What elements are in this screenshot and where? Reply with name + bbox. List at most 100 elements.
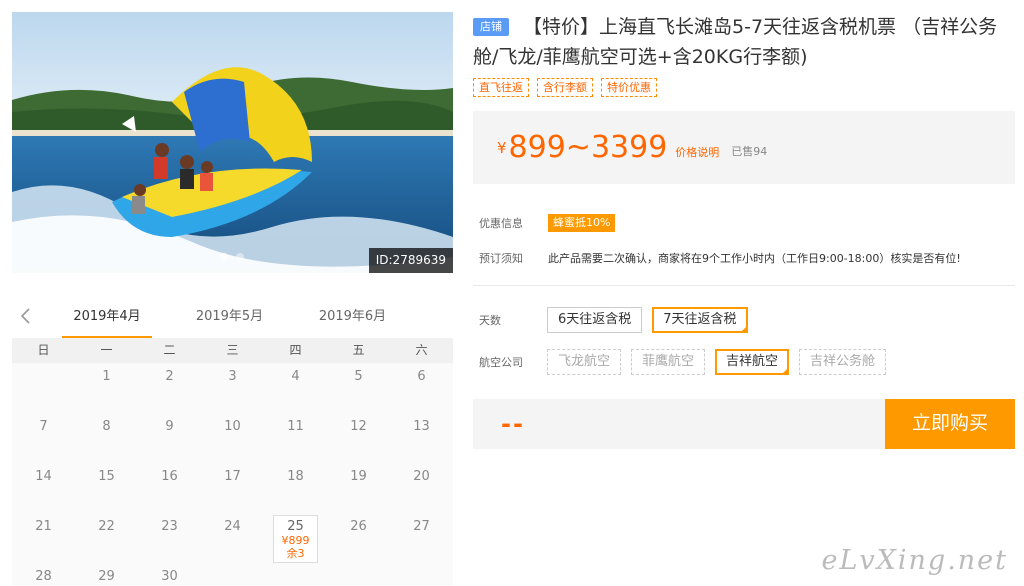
calendar-day: 8: [75, 413, 138, 463]
calendar-day: 10: [201, 413, 264, 463]
day-number: 3: [228, 369, 237, 384]
weekday-label: 日: [37, 343, 50, 357]
day-number: 14: [35, 469, 52, 484]
day-number: 25: [287, 519, 304, 534]
product-photo: [12, 12, 453, 273]
calendar-day: 26: [327, 513, 390, 563]
calendar-day: 13: [390, 413, 453, 463]
calendar-day: 16: [138, 463, 201, 513]
prev-month-button[interactable]: [16, 306, 36, 326]
day-number: 5: [354, 369, 363, 384]
month-tab-may[interactable]: 2019年5月: [168, 298, 291, 338]
calendar-day: 30: [138, 563, 201, 586]
day-number: 29: [98, 569, 115, 584]
carousel-dot[interactable]: [220, 253, 228, 261]
day-number: 28: [35, 569, 52, 584]
weekday-label: 五: [352, 343, 365, 357]
calendar-day: 21: [12, 513, 75, 563]
currency-symbol: ¥: [497, 138, 507, 157]
weekday-label: 三: [226, 343, 239, 357]
day-number: 6: [417, 369, 426, 384]
calendar-day: 19: [327, 463, 390, 513]
calendar-day: 22: [75, 513, 138, 563]
calendar-day: 12: [327, 413, 390, 463]
price-box: ¥ 899~3399 价格说明 已售94: [473, 111, 1015, 184]
calendar-day: 24: [201, 513, 264, 563]
day-number: 13: [413, 419, 430, 434]
airline-option[interactable]: 吉祥公务舱: [799, 349, 887, 375]
carousel-dot[interactable]: [236, 253, 244, 261]
days-options: 6天往返含税 7天往返含税: [547, 307, 748, 333]
airline-label: 航空公司: [479, 356, 523, 369]
calendar-grid: 1 2 3 4 5 6 7 8 9 10 11 12 13 14 15 16 17 18 19 20 21 22 23 24 2…: [12, 363, 453, 586]
calendar-day: 11: [264, 413, 327, 463]
product-title: 【特价】上海直飞长滩岛5-7天往返含税机票 （吉祥公务舱/飞龙/菲鹰航空可选+含…: [473, 16, 998, 68]
total-price: --: [501, 410, 525, 438]
weekday-label: 六: [415, 343, 428, 357]
day-number: 20: [413, 469, 430, 484]
store-badge[interactable]: 店铺: [473, 18, 509, 36]
feature-tags: 直飞往返 含行李额 特价优惠: [473, 78, 1015, 97]
day-number: 9: [165, 419, 174, 434]
days-label: 天数: [479, 314, 501, 327]
calendar-day: 3: [201, 363, 264, 413]
airline-options: 飞龙航空 菲鹰航空 吉祥航空 吉祥公务舱: [547, 349, 887, 375]
calendar-day-available[interactable]: 25 ¥899 余3: [273, 515, 318, 563]
calendar-day: 15: [75, 463, 138, 513]
day-number: 7: [39, 419, 48, 434]
calendar-day: 1: [75, 363, 138, 413]
day-number: 18: [287, 469, 304, 484]
calendar-day: [12, 363, 75, 413]
day-number: 1: [102, 369, 111, 384]
calendar-day: 23: [138, 513, 201, 563]
promo-label: 优惠信息: [479, 217, 523, 230]
calendar-day: 2: [138, 363, 201, 413]
day-number: 24: [224, 519, 241, 534]
month-tab-april[interactable]: 2019年4月: [62, 298, 152, 338]
product-title-row: 店铺 【特价】上海直飞长滩岛5-7天往返含税机票 （吉祥公务舱/飞龙/菲鹰航空可选…: [473, 12, 1015, 72]
day-number: 27: [413, 519, 430, 534]
feature-tag: 特价优惠: [601, 78, 657, 97]
price-range: 899~3399: [508, 130, 668, 165]
days-option[interactable]: 6天往返含税: [547, 307, 643, 333]
price-note-link[interactable]: 价格说明: [675, 144, 719, 160]
carousel-dots: [220, 253, 244, 261]
buy-bar: -- 立即购买: [473, 399, 1015, 449]
divider: [473, 285, 1015, 286]
day-number: 21: [35, 519, 52, 534]
day-number: 19: [350, 469, 367, 484]
day-number: 10: [224, 419, 241, 434]
calendar-day: 9: [138, 413, 201, 463]
day-stock: 余3: [286, 547, 305, 560]
chevron-left-icon: [20, 308, 30, 324]
buy-now-button[interactable]: 立即购买: [885, 399, 1015, 449]
product-image[interactable]: ID:2789639: [12, 12, 453, 273]
feature-tag: 含行李额: [537, 78, 593, 97]
calendar-header: 2019年4月 2019年5月 2019年6月: [12, 298, 453, 338]
calendar-day: [201, 563, 264, 586]
airline-option[interactable]: 吉祥航空: [715, 349, 790, 375]
airline-row: 航空公司 飞龙航空 菲鹰航空 吉祥航空 吉祥公务舱: [479, 349, 1015, 375]
calendar-day: 29: [75, 563, 138, 586]
days-option[interactable]: 7天往返含税: [652, 307, 748, 333]
calendar-day: [264, 563, 327, 586]
airline-option[interactable]: 菲鹰航空: [631, 349, 706, 375]
weekday-label: 二: [163, 343, 176, 357]
calendar-day: 18: [264, 463, 327, 513]
airline-option[interactable]: 飞龙航空: [547, 349, 622, 375]
day-number: 22: [98, 519, 115, 534]
weekday-label: 四: [289, 343, 302, 357]
calendar-day: 20: [390, 463, 453, 513]
day-number: 4: [291, 369, 300, 384]
weekday-header: 日 一 二 三 四 五 六: [12, 338, 453, 363]
calendar-day: 14: [12, 463, 75, 513]
month-tabs: 2019年4月 2019年5月 2019年6月: [62, 298, 432, 338]
notice-text: 此产品需要二次确认，商家将在9个工作小时内（工作日9:00-18:00）核实是否…: [548, 252, 961, 265]
day-number: 26: [350, 519, 367, 534]
day-number: 8: [102, 419, 111, 434]
promo-badge: 蜂蜜抵10%: [548, 214, 616, 232]
site-watermark: eLvXing.net: [821, 545, 1008, 576]
day-number: 12: [350, 419, 367, 434]
day-number: 30: [161, 569, 178, 584]
month-tab-june[interactable]: 2019年6月: [291, 298, 414, 338]
